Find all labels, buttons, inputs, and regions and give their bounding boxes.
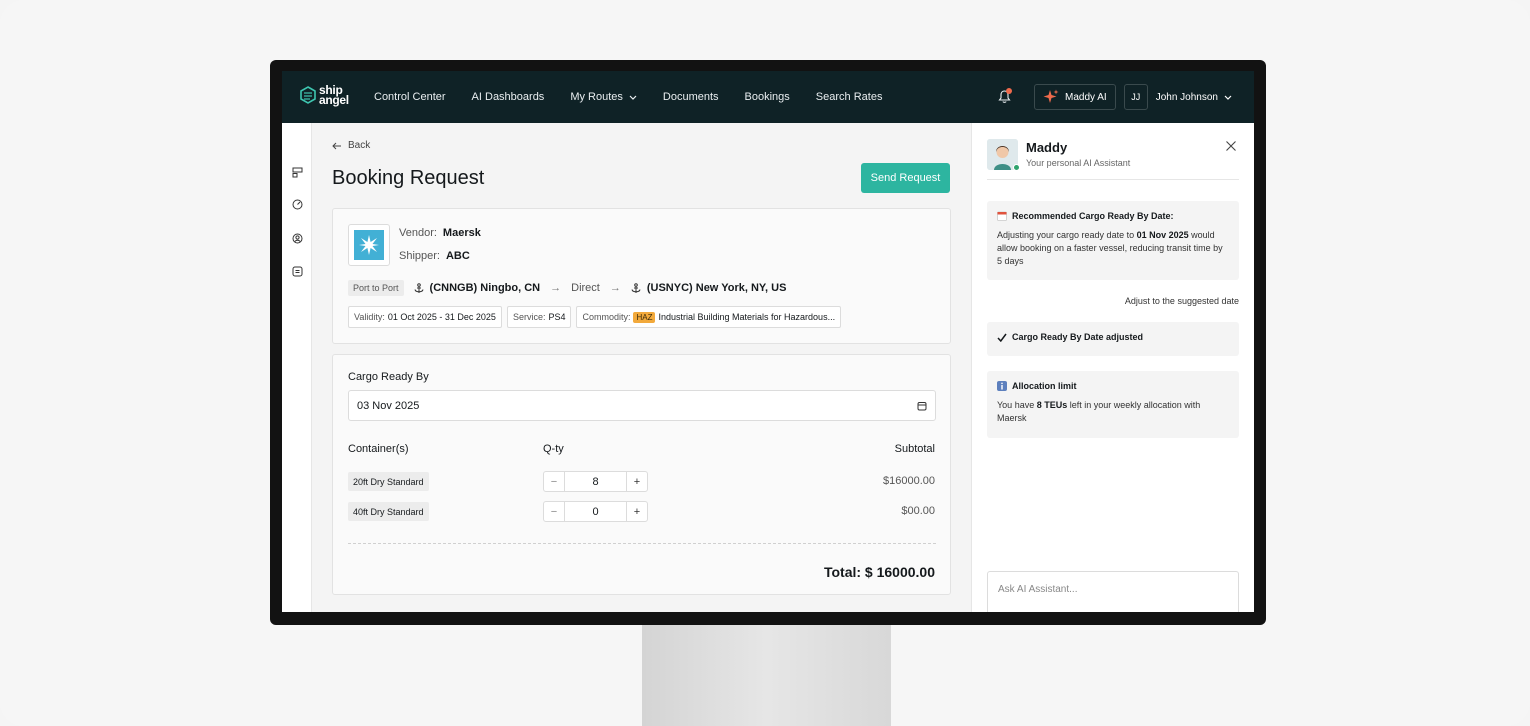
user-circle-icon[interactable] [290,231,304,245]
notification-dot [1006,88,1013,94]
quantity-stepper: − 8 + [543,471,648,492]
adjusted-confirmation: Cargo Ready By Date adjusted [987,322,1239,356]
increment-button[interactable]: + [626,472,647,491]
maddy-ai-button[interactable]: Maddy AI [1034,84,1116,110]
calendar-icon [997,211,1007,221]
quantity-value[interactable]: 0 [565,502,626,521]
send-request-button[interactable]: Send Request [861,163,950,193]
increment-button[interactable]: + [626,502,647,521]
origin-port: (CNNGB) Ningbo, CN [414,282,540,294]
recommendation-text: Adjusting your cargo ready date to 01 No… [997,230,1223,266]
detail-tags: Validity: 01 Oct 2025 - 31 Dec 2025 Servi… [348,306,842,328]
ai-assistant-panel: Maddy Your personal AI Assistant Recomme… [971,123,1254,612]
online-indicator [1013,164,1020,171]
layout-icon[interactable] [290,165,304,179]
nav-control-center[interactable]: Control Center [374,91,446,103]
cargo-ready-value: 03 Nov 2025 [357,399,420,412]
ai-chat-input[interactable]: Ask AI Assistant... [987,571,1239,612]
shipper-row: Shipper: ABC [399,250,470,262]
vendor-row: Vendor: Maersk [399,227,481,239]
message-icon[interactable] [290,264,304,278]
info-icon [997,381,1007,391]
haz-badge: HAZ [633,311,656,323]
chevron-down-icon [1224,95,1232,100]
page-title: Booking Request [332,167,485,189]
adjust-suggested-date-button[interactable]: Adjust to the suggested date [1125,296,1239,306]
quantity-stepper: − 0 + [543,501,648,522]
allocation-card: Allocation limit You have 8 TEUs left in… [987,371,1239,438]
main-content: Back Booking Request Send Request Vendor… [312,123,971,612]
route-type-badge: Port to Port [348,280,404,296]
back-link[interactable]: Back [332,140,370,151]
monitor-stand [642,622,891,726]
arrow-right-icon: → [550,282,562,294]
vendor-value: Maersk [442,227,481,239]
user-menu[interactable]: John Johnson [1156,92,1232,103]
anchor-icon [631,282,641,293]
cargo-ready-label: Cargo Ready By [348,371,429,383]
row-subtotal: $16000.00 [883,475,935,487]
user-avatar[interactable]: JJ [1123,84,1148,110]
vendor-logo [348,224,390,266]
assistant-name: Maddy [1026,140,1068,155]
arrow-right-icon: → [609,282,621,294]
route-row: Port to Port (CNNGB) Ningbo, CN → Direct… [348,280,786,296]
app-screen: ship angel Control Center AI Dashboards … [282,71,1254,612]
vendor-card: Vendor: Maersk Shipper: ABC Port to Port (… [332,208,951,344]
col-container: Container(s) [348,443,409,455]
arrow-left-icon [332,142,341,149]
nav-ai-dashboards[interactable]: AI Dashboards [472,91,545,103]
cargo-ready-date-input[interactable]: 03 Nov 2025 [348,390,936,421]
sparkle-icon [1043,89,1059,103]
divider [987,179,1239,180]
calendar-icon[interactable] [917,401,927,411]
nav-bookings[interactable]: Bookings [745,91,790,103]
recommendation-title: Recommended Cargo Ready By Date: [997,211,1229,221]
maersk-star-icon [359,235,379,255]
assistant-subtitle: Your personal AI Assistant [1026,158,1131,168]
nav-search-rates[interactable]: Search Rates [816,91,883,103]
logo-icon [300,86,316,104]
decrement-button[interactable]: − [544,472,565,491]
shipper-value: ABC [445,250,470,262]
close-icon[interactable] [1225,140,1237,152]
maddy-ai-label: Maddy AI [1065,91,1107,103]
col-subtotal: Subtotal [894,443,935,455]
container-type-40ft: 40ft Dry Standard [348,502,429,521]
commodity-tag: Commodity: HAZ Industrial Building Materia… [576,306,842,328]
route-mode: Direct [571,282,600,294]
left-rail [282,123,312,612]
total-amount: Total: $ 16000.00 [823,564,935,580]
nav-menu: Control Center AI Dashboards My Routes D… [374,71,908,123]
validity-tag: Validity: 01 Oct 2025 - 31 Dec 2025 [348,306,502,328]
chevron-down-icon [629,95,637,100]
col-qty: Q-ty [543,443,564,455]
logo-wordmark: ship angel [319,83,349,107]
shipangel-logo[interactable]: ship angel [300,83,349,107]
top-nav: ship angel Control Center AI Dashboards … [282,71,1254,123]
gauge-icon[interactable] [290,197,304,211]
service-tag: Service: PS4 [506,306,572,328]
checkmark-icon [997,333,1007,342]
decrement-button[interactable]: − [544,502,565,521]
notifications-button[interactable] [994,87,1014,107]
recommendation-card: Recommended Cargo Ready By Date: Adjusti… [987,201,1239,280]
anchor-icon [414,282,424,293]
row-subtotal: $00.00 [901,505,935,517]
user-name: John Johnson [1155,91,1218,103]
cargo-card: Cargo Ready By 03 Nov 2025 Container(s) … [332,354,951,595]
container-type-20ft: 20ft Dry Standard [348,472,429,491]
nav-my-routes[interactable]: My Routes [570,91,637,103]
divider [348,543,936,544]
nav-right: Maddy AI JJ John Johnson [994,71,1232,123]
nav-documents[interactable]: Documents [663,91,719,103]
quantity-value[interactable]: 8 [565,472,626,491]
destination-port: (USNYC) New York, NY, US [631,282,786,294]
allocation-text: You have 8 TEUs left in your weekly allo… [997,400,1201,423]
